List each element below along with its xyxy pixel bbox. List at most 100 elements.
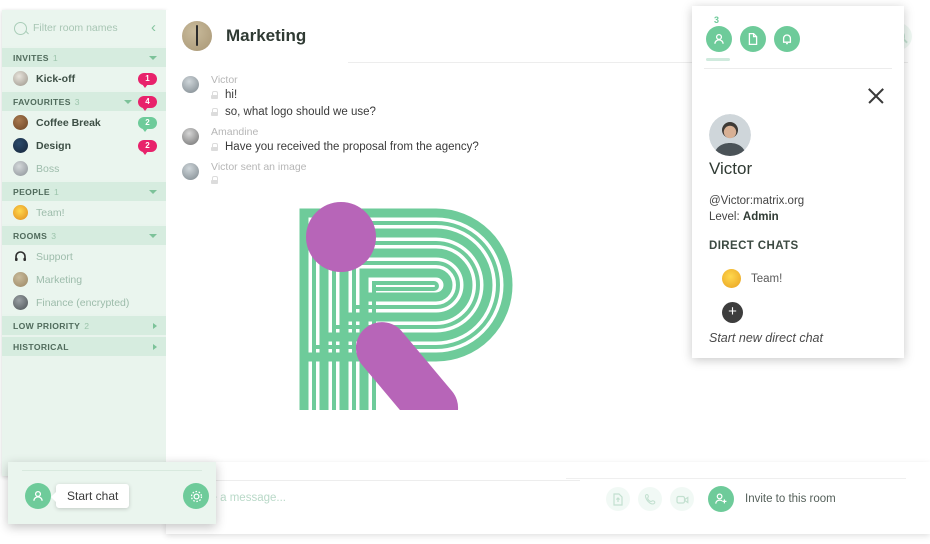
notifications-tab-icon[interactable] (774, 26, 800, 52)
sidebar-item-support[interactable]: Support (2, 245, 166, 268)
room-sections: INVITES 1 Kick-off 1 FAVOURITES 3 4 Coffee Brea… (2, 48, 166, 356)
avatar (709, 114, 751, 156)
invite-to-room-button[interactable]: Invite to this room (708, 486, 836, 512)
active-tab-indicator (706, 58, 730, 61)
message-sender: Amandine (211, 126, 259, 138)
chevron-left-icon[interactable]: ‹ (151, 20, 156, 37)
lock-icon (211, 91, 219, 99)
kickoff-avatar (13, 71, 28, 86)
chevron-down-icon[interactable] (124, 99, 132, 104)
message-sender: Victor (211, 74, 238, 86)
section-header-favourites[interactable]: FAVOURITES 3 4 (2, 92, 166, 111)
level-label: Level: (709, 211, 740, 223)
upload-file-icon[interactable] (606, 487, 630, 511)
panel-divider (704, 68, 892, 69)
section-count: 1 (53, 186, 59, 197)
room-list-sidebar: Filter room names ‹ INVITES 1 Kick-off 1 FAV… (2, 10, 166, 476)
section-count: 1 (52, 52, 58, 63)
matrix-id: @Victor:matrix.org (709, 195, 805, 207)
composer-divider-right (566, 478, 906, 479)
video-call-icon[interactable] (670, 487, 694, 511)
section-count: 3 (51, 230, 56, 241)
message-composer-bar: Type a message... Invite to this room (166, 462, 930, 534)
start-chat-tooltip: Start chat (50, 484, 130, 508)
marketing-room-avatar (182, 21, 212, 51)
sidebar-item-coffee-break[interactable]: Coffee Break 2 (2, 111, 166, 134)
status-badge: 4 (138, 95, 157, 111)
sidebar-item-label: Boss (36, 162, 60, 175)
sidebar-item-team[interactable]: Team! (2, 201, 166, 224)
matrix-chat-app: Filter room names ‹ INVITES 1 Kick-off 1 FAV… (0, 0, 930, 544)
finance-avatar (13, 295, 28, 310)
amandine-avatar (182, 128, 199, 145)
invite-label: Invite to this room (745, 493, 836, 505)
composer-divider (190, 480, 580, 481)
room-filter-row[interactable]: Filter room names ‹ (2, 10, 166, 46)
sidebar-item-label: Finance (encrypted) (36, 296, 130, 309)
chevron-right-icon[interactable] (153, 343, 157, 350)
section-label: LOW PRIORITY (13, 320, 81, 331)
member-count-badge: 3 (714, 15, 720, 25)
bottom-bar-divider (22, 470, 202, 471)
unread-badge: 1 (138, 72, 157, 88)
lock-icon (211, 108, 219, 116)
files-tab-icon[interactable] (740, 26, 766, 52)
sidebar-item-finance-encrypted[interactable]: Finance (encrypted) (2, 291, 166, 314)
lock-icon (211, 176, 219, 184)
section-label: HISTORICAL (13, 341, 69, 352)
chevron-down-icon[interactable] (149, 189, 157, 194)
composer-actions (606, 487, 694, 511)
sidebar-item-label: Kick-off (36, 72, 76, 85)
lock-icon (211, 143, 219, 151)
section-count: 3 (74, 96, 80, 107)
level-value: Admin (742, 211, 779, 223)
chevron-down-icon[interactable] (149, 233, 157, 238)
direct-chats-heading: DIRECT CHATS (709, 240, 799, 252)
unread-badge: 2 (138, 139, 157, 155)
search-input[interactable]: Filter room names (33, 22, 145, 34)
section-header-historical[interactable]: HISTORICAL (2, 337, 166, 356)
add-person-icon (708, 486, 734, 512)
message-line: so, what logo should we use? (211, 106, 376, 118)
sidebar-item-design[interactable]: Design 2 (2, 134, 166, 157)
voice-call-icon[interactable] (638, 487, 662, 511)
start-new-direct-chat-label[interactable]: Start new direct chat (709, 331, 823, 345)
section-header-rooms[interactable]: ROOMS 3 (2, 226, 166, 245)
chevron-right-icon[interactable] (153, 322, 157, 329)
chevron-down-icon[interactable] (149, 55, 157, 60)
list-item[interactable]: Team! (722, 269, 782, 288)
user-info-panel: 3 Victor @Victor:matrix.org Level: Admin… (692, 6, 904, 358)
section-label: FAVOURITES (13, 96, 71, 107)
message-line: hi! (211, 89, 376, 101)
section-label: ROOMS (13, 230, 48, 241)
message-text: so, what logo should we use? (225, 106, 376, 118)
boss-avatar (13, 161, 28, 176)
message-body: Victor sent an image (211, 161, 307, 189)
section-header-invites[interactable]: INVITES 1 (2, 48, 166, 67)
members-tab-icon[interactable] (706, 26, 732, 52)
purple-circle (306, 202, 376, 272)
user-level: Level: Admin (709, 211, 779, 223)
settings-gear-icon[interactable] (183, 483, 209, 509)
close-icon[interactable] (866, 86, 886, 106)
person-icon[interactable] (25, 483, 51, 509)
headset-avatar (13, 249, 28, 264)
section-header-low-priority[interactable]: LOW PRIORITY 2 (2, 316, 166, 335)
section-header-people[interactable]: PEOPLE 1 (2, 182, 166, 201)
message-body: Victor hi! so, what logo should we use? (211, 74, 376, 123)
sidebar-item-boss[interactable]: Boss (2, 157, 166, 180)
tooltip-label: Start chat (67, 489, 119, 503)
message-body: Amandine Have you received the proposal f… (211, 126, 479, 158)
sidebar-item-marketing[interactable]: Marketing (2, 268, 166, 291)
unread-badge: 2 (138, 116, 157, 132)
plus-icon[interactable]: + (722, 302, 743, 323)
section-label: INVITES (13, 52, 49, 63)
sidebar-item-label: Support (36, 250, 73, 263)
team-avatar (722, 269, 741, 288)
sidebar-item-kick-off[interactable]: Kick-off 1 (2, 67, 166, 90)
team-avatar (13, 205, 28, 220)
sidebar-item-label: Coffee Break (36, 116, 101, 129)
sidebar-item-label: Design (36, 139, 72, 152)
message-text: hi! (225, 89, 238, 101)
marketing-avatar (13, 272, 28, 287)
